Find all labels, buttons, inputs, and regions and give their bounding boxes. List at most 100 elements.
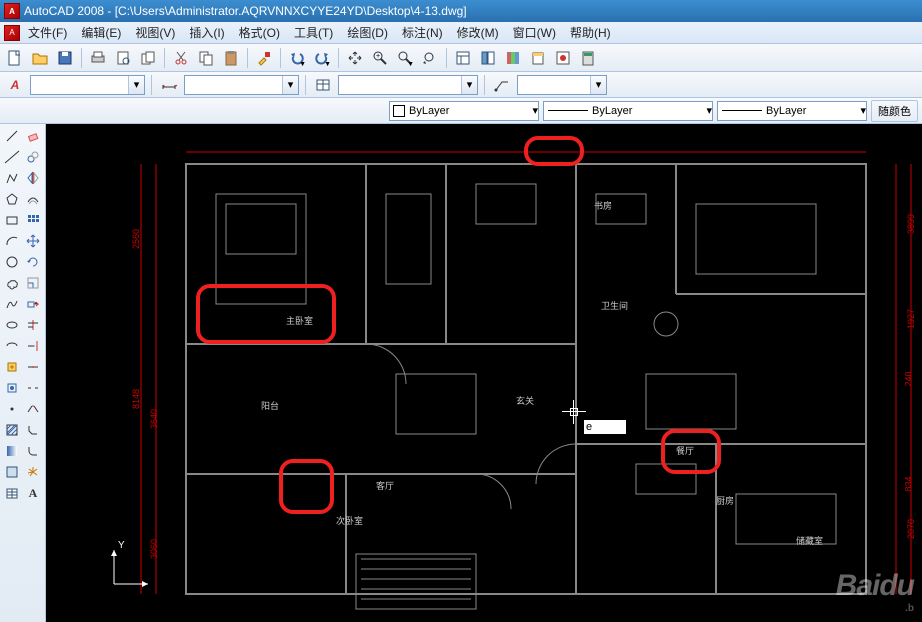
dynamic-input[interactable] — [584, 420, 626, 434]
erase-tool[interactable] — [23, 126, 43, 146]
room-label: 储藏室 — [796, 534, 823, 547]
publish-button[interactable] — [137, 47, 159, 69]
room-label: 厨房 — [716, 494, 734, 507]
chevron-down-icon: ▾ — [860, 104, 866, 117]
zoom-realtime-button[interactable]: + — [369, 47, 391, 69]
dim-style-combo[interactable]: ▾ — [184, 75, 299, 95]
line-tool[interactable] — [2, 126, 22, 146]
chevron-down-icon: ▾ — [128, 76, 144, 94]
array-tool[interactable] — [23, 210, 43, 230]
menu-view[interactable]: 视图(V) — [129, 22, 181, 43]
chamfer-tool[interactable] — [23, 420, 43, 440]
menu-insert[interactable]: 插入(I) — [183, 22, 230, 43]
region-tool[interactable] — [2, 462, 22, 482]
markup-button[interactable] — [552, 47, 574, 69]
copy-button[interactable] — [195, 47, 217, 69]
ellipse-tool[interactable] — [2, 315, 22, 335]
construction-line-tool[interactable] — [2, 147, 22, 167]
room-label: 次卧室 — [336, 514, 363, 527]
print-preview-button[interactable] — [112, 47, 134, 69]
offset-tool[interactable] — [23, 189, 43, 209]
ellipse-arc-tool[interactable] — [2, 336, 22, 356]
save-file-button[interactable] — [54, 47, 76, 69]
menu-help[interactable]: 帮助(H) — [564, 22, 617, 43]
tool-palettes-button[interactable] — [502, 47, 524, 69]
quickcalc-button[interactable] — [577, 47, 599, 69]
table-style-combo[interactable]: ▾ — [338, 75, 478, 95]
mirror-tool[interactable] — [23, 168, 43, 188]
menu-format[interactable]: 格式(O) — [233, 22, 286, 43]
chevron-down-icon: ▾ — [706, 104, 712, 117]
properties-button[interactable] — [452, 47, 474, 69]
app-menu-icon[interactable]: A — [4, 25, 20, 41]
multileader-style-combo[interactable]: ▾ — [517, 75, 607, 95]
break-at-point-tool[interactable] — [23, 357, 43, 377]
insert-block-tool[interactable] — [2, 357, 22, 377]
hatch-tool[interactable] — [2, 420, 22, 440]
move-tool[interactable] — [23, 231, 43, 251]
multileader-style-button[interactable] — [491, 74, 513, 96]
dimension-text: 2560 — [131, 229, 141, 249]
multiline-text-tool[interactable]: A — [23, 483, 43, 503]
new-file-button[interactable] — [4, 47, 26, 69]
redo-button[interactable]: ▼ — [311, 47, 333, 69]
ucs-y-label: Y — [118, 540, 125, 551]
dimension-text: 3640 — [149, 409, 159, 429]
color-control[interactable]: ByLayer ▾ — [389, 101, 539, 121]
text-style-combo[interactable]: ▾ — [30, 75, 145, 95]
zoom-previous-button[interactable] — [419, 47, 441, 69]
menu-window[interactable]: 窗口(W) — [507, 22, 562, 43]
dimension-text: 8148 — [131, 389, 141, 409]
fillet-tool[interactable] — [23, 441, 43, 461]
rectangle-tool[interactable] — [2, 210, 22, 230]
copy-tool[interactable] — [23, 147, 43, 167]
dimension-text: 1927 — [906, 309, 916, 329]
break-tool[interactable] — [23, 378, 43, 398]
plot-button[interactable] — [87, 47, 109, 69]
paste-button[interactable] — [220, 47, 242, 69]
zoom-window-button[interactable]: ▼ — [394, 47, 416, 69]
cut-button[interactable] — [170, 47, 192, 69]
arc-tool[interactable] — [2, 231, 22, 251]
dimension-text: 240 — [904, 371, 914, 386]
explode-tool[interactable] — [23, 462, 43, 482]
open-file-button[interactable] — [29, 47, 51, 69]
circle-tool[interactable] — [2, 252, 22, 272]
scale-tool[interactable] — [23, 273, 43, 293]
menu-file[interactable]: 文件(F) — [22, 22, 73, 43]
rotate-tool[interactable] — [23, 252, 43, 272]
polygon-tool[interactable] — [2, 189, 22, 209]
menu-dimension[interactable]: 标注(N) — [396, 22, 449, 43]
polyline-tool[interactable] — [2, 168, 22, 188]
extend-tool[interactable] — [23, 336, 43, 356]
annotation-mark — [196, 284, 336, 344]
spline-tool[interactable] — [2, 294, 22, 314]
drawing-canvas[interactable]: 2560 8148 3640 3060 3899 8477 1927 240 2… — [46, 124, 922, 622]
stretch-tool[interactable] — [23, 294, 43, 314]
lineweight-control[interactable]: ByLayer ▾ — [717, 101, 867, 121]
design-center-button[interactable] — [477, 47, 499, 69]
undo-button[interactable]: ▼ — [286, 47, 308, 69]
menu-draw[interactable]: 绘图(D) — [341, 22, 394, 43]
standard-toolbar: ▼ ▼ + ▼ — [0, 44, 922, 72]
linetype-control[interactable]: ByLayer ▾ — [543, 101, 713, 121]
dim-style-button[interactable] — [158, 74, 180, 96]
menu-edit[interactable]: 编辑(E) — [75, 22, 127, 43]
table-tool[interactable] — [2, 483, 22, 503]
menu-tools[interactable]: 工具(T) — [288, 22, 339, 43]
sheet-set-button[interactable] — [527, 47, 549, 69]
match-properties-button[interactable] — [253, 47, 275, 69]
room-label: 客厅 — [376, 479, 394, 492]
pan-button[interactable] — [344, 47, 366, 69]
trim-tool[interactable] — [23, 315, 43, 335]
join-tool[interactable] — [23, 399, 43, 419]
text-style-button[interactable]: A — [4, 74, 26, 96]
point-tool[interactable] — [2, 399, 22, 419]
table-style-button[interactable] — [312, 74, 334, 96]
revision-cloud-tool[interactable] — [2, 273, 22, 293]
menu-modify[interactable]: 修改(M) — [451, 22, 505, 43]
linetype-value: ByLayer — [592, 105, 706, 117]
random-color-button[interactable]: 随颜色 — [871, 100, 918, 122]
gradient-tool[interactable] — [2, 441, 22, 461]
make-block-tool[interactable] — [2, 378, 22, 398]
